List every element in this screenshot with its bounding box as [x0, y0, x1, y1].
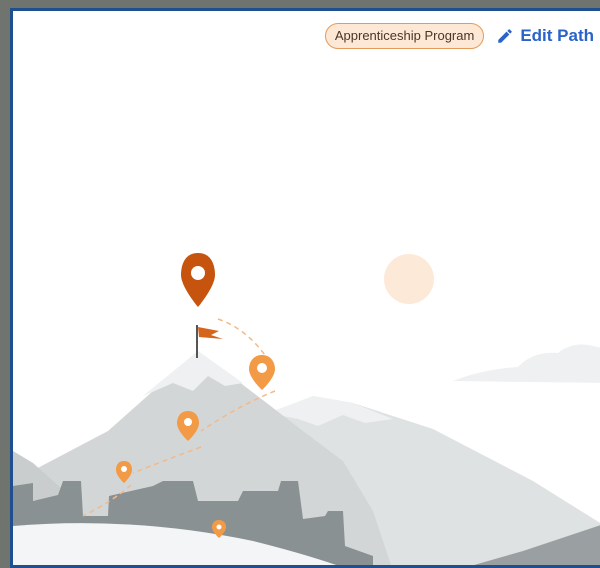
sun-icon: [384, 254, 434, 304]
milestone-pin-icon[interactable]: [249, 355, 275, 390]
edit-path-label: Edit Path: [520, 26, 594, 45]
program-badge: Apprenticeship Program: [324, 23, 485, 49]
path-card: Apprenticeship Program Edit Path: [10, 8, 600, 568]
edit-path-button[interactable]: Edit Path: [496, 26, 594, 46]
career-path-illustration: [13, 253, 600, 565]
card-header: Apprenticeship Program Edit Path: [324, 23, 594, 49]
flag-icon: [196, 325, 223, 358]
pencil-icon: [498, 29, 513, 43]
cloud-icon: [453, 344, 600, 383]
goal-pin-icon[interactable]: [181, 253, 215, 307]
